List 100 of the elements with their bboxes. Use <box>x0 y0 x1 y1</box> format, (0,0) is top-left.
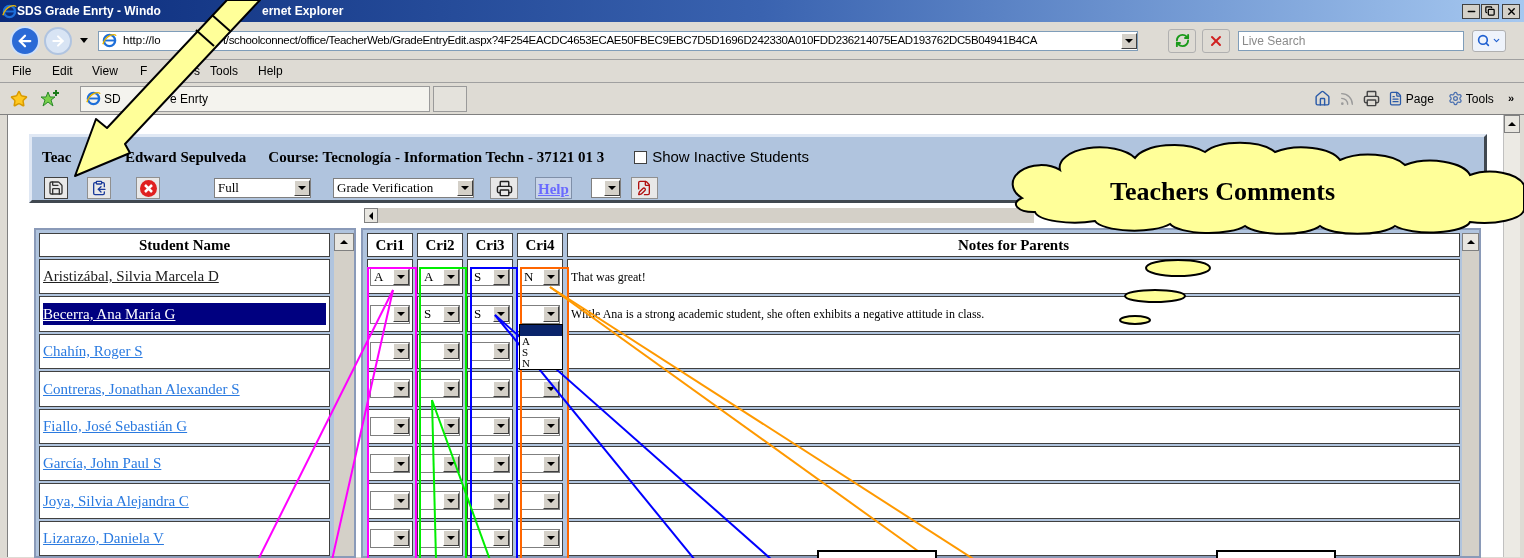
grade-select[interactable] <box>520 416 560 436</box>
favorites-star-icon[interactable] <box>10 89 28 108</box>
scroll-up-button[interactable] <box>1504 115 1520 133</box>
notes-cell[interactable]: That was great! <box>567 259 1460 295</box>
horizontal-scrollbar[interactable] <box>364 208 1034 223</box>
tools-menu-button[interactable]: Tools <box>1447 89 1494 108</box>
dropdown-arrow-button[interactable] <box>493 343 509 360</box>
menu-item[interactable]: Edit <box>52 64 73 78</box>
cancel-button[interactable] <box>136 177 160 199</box>
report-select[interactable]: Grade Verification <box>333 178 474 198</box>
grade-select[interactable] <box>470 491 510 511</box>
dropdown-arrow-button[interactable] <box>443 418 459 435</box>
dropdown-arrow-button[interactable] <box>543 455 559 472</box>
add-favorite-icon[interactable] <box>40 89 60 108</box>
search-button[interactable] <box>1472 29 1506 52</box>
search-field[interactable]: Live Search <box>1238 30 1464 51</box>
dropdown-arrow-button[interactable] <box>543 492 559 509</box>
menu-item[interactable]: File <box>12 64 32 78</box>
dropdown-arrow-button[interactable] <box>393 455 409 472</box>
print-icon[interactable] <box>1362 90 1380 107</box>
scroll-up-button[interactable] <box>1462 233 1479 251</box>
dropdown-arrow-button[interactable] <box>393 492 409 509</box>
grade-select[interactable] <box>370 341 410 361</box>
grade-select[interactable] <box>370 528 410 548</box>
student-link[interactable]: Lizarazo, Daniela V <box>43 527 164 550</box>
notes-cell[interactable] <box>567 520 1460 556</box>
grade-select[interactable]: S <box>420 304 460 324</box>
grade-select[interactable] <box>470 416 510 436</box>
student-link[interactable]: Fiallo, José Sebastián G <box>43 414 188 438</box>
home-icon[interactable] <box>1313 90 1331 107</box>
refresh-button[interactable] <box>1168 28 1196 53</box>
dropdown-arrow-button[interactable] <box>543 530 559 547</box>
dropdown-arrow-button[interactable] <box>493 380 509 397</box>
print-button[interactable] <box>490 177 518 199</box>
dropdown-arrow-button[interactable] <box>493 492 509 509</box>
close-button[interactable] <box>1502 3 1520 19</box>
dropdown-arrow-button[interactable] <box>493 455 509 472</box>
student-link[interactable]: Aristizábal, Silvia Marcela D <box>43 265 219 288</box>
student-link[interactable]: Chahín, Roger S <box>43 340 143 363</box>
address-dropdown-button[interactable] <box>1121 32 1137 49</box>
dropdown-arrow-button[interactable] <box>443 380 459 397</box>
grade-select[interactable]: S <box>470 304 510 324</box>
grade-select[interactable] <box>370 491 410 511</box>
scroll-up-button[interactable] <box>334 233 354 251</box>
more-button[interactable]: » <box>1507 90 1514 107</box>
notes-cell[interactable] <box>567 371 1460 407</box>
stop-button[interactable] <box>1202 28 1230 53</box>
dropdown-arrow-button[interactable] <box>603 180 620 196</box>
dropdown-arrow-button[interactable] <box>393 343 409 360</box>
notes-cell[interactable] <box>567 445 1460 482</box>
notes-cell[interactable] <box>567 483 1460 519</box>
dropdown-arrow-button[interactable] <box>393 306 409 323</box>
dropdown-arrow-button[interactable] <box>493 530 509 547</box>
grade-select[interactable] <box>520 528 560 548</box>
restore-button[interactable] <box>1481 3 1499 19</box>
back-button[interactable] <box>10 25 40 56</box>
notes-cell[interactable] <box>567 408 1460 444</box>
dropdown-arrow-button[interactable] <box>393 418 409 435</box>
caret-icon[interactable] <box>80 38 88 43</box>
page-menu-button[interactable]: Page <box>1387 89 1434 108</box>
copy-button[interactable] <box>87 177 111 199</box>
dropdown-arrow-button[interactable] <box>443 492 459 509</box>
student-link[interactable]: Becerra, Ana María G <box>43 302 327 326</box>
student-link[interactable]: Contreras, Jonathan Alexander S <box>43 377 240 401</box>
grade-select[interactable] <box>520 491 560 511</box>
address-field[interactable]: http://lo t/schoolconnect/office/TeacherWeb/GradeEntryEdit.aspx?4F254EACDC4653ECAE50FBEC9EBC7D5D1696D242330A010FDD236214075EAD193762DC5B04941B4CA <box>98 30 1138 51</box>
dropdown-arrow-button[interactable] <box>294 180 310 196</box>
grade-select[interactable] <box>370 379 410 399</box>
grade-select[interactable] <box>370 416 410 436</box>
grade-select[interactable] <box>370 454 410 474</box>
dropdown-arrow-button[interactable] <box>443 306 459 323</box>
menu-item[interactable]: View <box>92 64 118 78</box>
dropdown-arrow-button[interactable] <box>443 343 459 360</box>
student-link[interactable]: García, John Paul S <box>43 452 162 475</box>
dropdown-arrow-button[interactable] <box>393 530 409 547</box>
dropdown-arrow-button[interactable] <box>457 180 473 196</box>
menu-item[interactable]: Help <box>258 64 283 78</box>
edit-document-button[interactable] <box>630 177 658 199</box>
vertical-scrollbar[interactable] <box>334 233 354 556</box>
dropdown-arrow-button[interactable] <box>543 418 559 435</box>
menu-item[interactable]: F <box>140 64 148 78</box>
minimize-button[interactable] <box>1462 3 1480 19</box>
notes-cell[interactable] <box>567 333 1460 370</box>
grade-select[interactable] <box>420 341 460 361</box>
browser-tab[interactable]: SD e Enrty <box>80 85 430 112</box>
grade-select[interactable] <box>420 379 460 399</box>
dropdown-arrow-button[interactable] <box>393 380 409 397</box>
save-button[interactable] <box>44 177 68 199</box>
menu-item[interactable]: Tools <box>210 64 238 78</box>
grade-select[interactable] <box>470 454 510 474</box>
dropdown-arrow-button[interactable] <box>543 306 559 323</box>
grade-select[interactable] <box>520 304 560 324</box>
grade-select[interactable] <box>470 341 510 361</box>
dropdown-arrow-button[interactable] <box>443 530 459 547</box>
view-select[interactable]: Full <box>214 178 311 198</box>
dropdown-arrow-button[interactable] <box>493 418 509 435</box>
student-link[interactable]: Joya, Silvia Alejandra C <box>43 489 189 513</box>
scroll-left-button[interactable] <box>364 208 378 223</box>
extra-select[interactable] <box>590 178 621 198</box>
grade-select[interactable] <box>470 379 510 399</box>
